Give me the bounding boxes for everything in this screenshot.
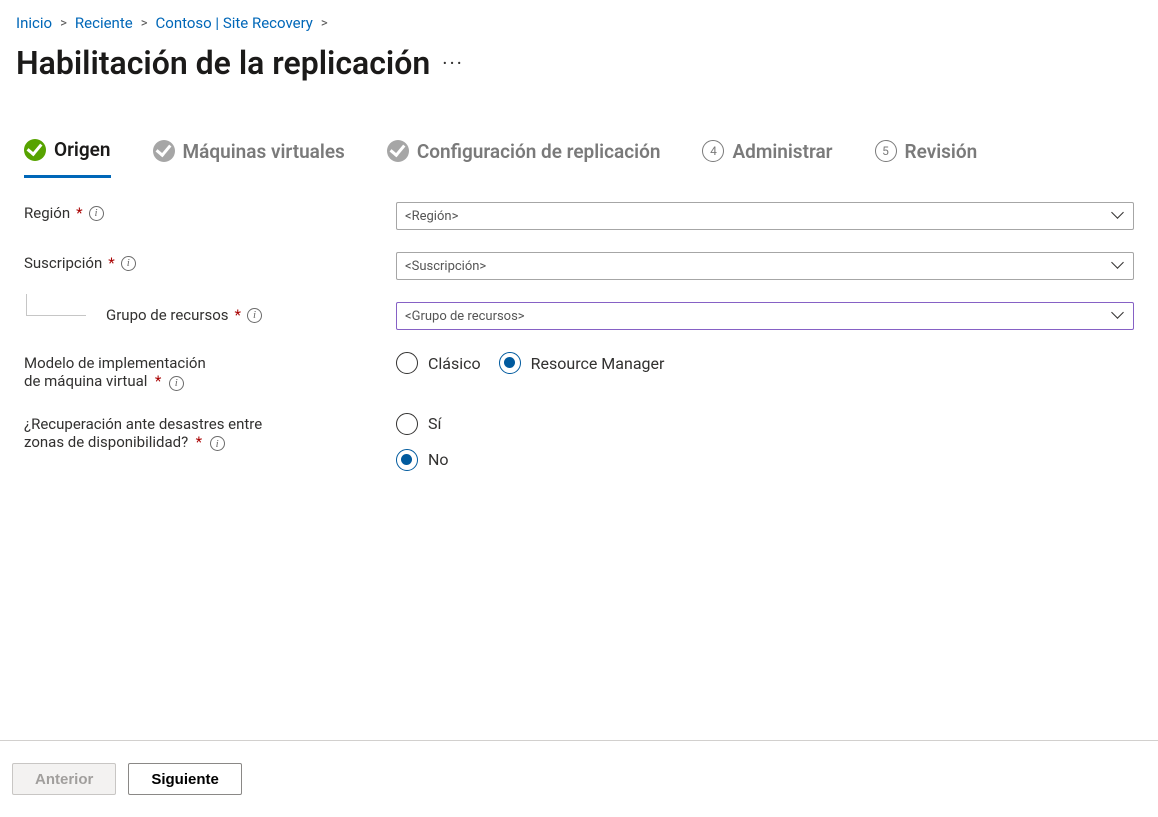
chevron-right-icon: >: [141, 16, 148, 31]
subscription-dropdown[interactable]: <Suscripción>: [396, 252, 1134, 280]
radio-resource-manager[interactable]: Resource Manager: [499, 352, 665, 374]
label-text: Región: [24, 204, 70, 222]
label-suscripcion: Suscripción * i: [24, 252, 396, 272]
anterior-button: Anterior: [12, 763, 116, 795]
label-modelo-implementacion: Modelo de implementación de máquina virt…: [24, 352, 396, 391]
radio-label: No: [428, 450, 449, 469]
breadcrumb: Inicio > Reciente > Contoso | Site Recov…: [0, 0, 1158, 38]
label-line1: ¿Recuperación ante desastres entre: [24, 415, 262, 433]
row-zone-dr: ¿Recuperación ante desastres entre zonas…: [24, 413, 1134, 471]
chevron-down-icon: [1111, 309, 1125, 323]
deploy-model-radio-group: Clásico Resource Manager: [396, 352, 1134, 374]
label-line2: de máquina virtual: [24, 372, 147, 390]
row-grupo-recursos: Grupo de recursos * i <Grupo de recursos…: [24, 302, 1134, 330]
checkmark-circle-icon: [387, 140, 409, 162]
required-icon: *: [235, 306, 241, 324]
info-icon[interactable]: i: [169, 376, 184, 391]
radio-clasico[interactable]: Clásico: [396, 352, 481, 374]
radio-si[interactable]: Sí: [396, 413, 441, 435]
form-area: Región * i <Región> Suscripción * i <Sus…: [0, 178, 1158, 471]
breadcrumb-recent[interactable]: Reciente: [75, 14, 133, 32]
required-icon: *: [76, 204, 82, 222]
step-administrar[interactable]: 4 Administrar: [702, 140, 832, 177]
info-icon[interactable]: i: [210, 436, 225, 451]
dropdown-value: <Región>: [405, 209, 458, 224]
info-icon[interactable]: i: [247, 308, 262, 323]
dropdown-value: <Grupo de recursos>: [405, 309, 525, 324]
row-suscripcion: Suscripción * i <Suscripción>: [24, 252, 1134, 280]
step-configuracion-replicacion[interactable]: Configuración de replicación: [387, 140, 661, 177]
radio-no[interactable]: No: [396, 449, 449, 471]
chevron-down-icon: [1111, 209, 1125, 223]
breadcrumb-vault[interactable]: Contoso | Site Recovery: [156, 14, 313, 32]
page-title-row: Habilitación de la replicación ···: [0, 38, 1158, 106]
breadcrumb-home[interactable]: Inicio: [16, 14, 52, 32]
label-line2: zonas de disponibilidad?: [24, 433, 188, 451]
radio-icon: [396, 449, 418, 471]
radio-label: Resource Manager: [531, 354, 665, 373]
step-label: Configuración de replicación: [417, 140, 661, 163]
label-region: Región * i: [24, 202, 396, 222]
label-line1: Modelo de implementación: [24, 354, 206, 372]
step-revision[interactable]: 5 Revisión: [875, 140, 978, 177]
row-region: Región * i <Región>: [24, 202, 1134, 230]
chevron-right-icon: >: [321, 16, 328, 31]
radio-label: Sí: [428, 414, 441, 433]
label-grupo-recursos: Grupo de recursos * i: [24, 302, 396, 326]
step-label: Origen: [54, 138, 111, 161]
required-icon: *: [108, 254, 114, 272]
step-label: Administrar: [732, 140, 832, 163]
label-text: Suscripción: [24, 254, 102, 272]
siguiente-button[interactable]: Siguiente: [128, 763, 242, 795]
step-origen[interactable]: Origen: [24, 138, 111, 178]
dropdown-value: <Suscripción>: [405, 259, 486, 274]
more-actions-button[interactable]: ···: [430, 51, 464, 75]
region-dropdown[interactable]: <Región>: [396, 202, 1134, 230]
step-number-icon: 5: [875, 140, 897, 162]
label-zone-dr: ¿Recuperación ante desastres entre zonas…: [24, 413, 396, 452]
radio-icon: [499, 352, 521, 374]
page-title: Habilitación de la replicación: [16, 44, 430, 82]
step-label: Revisión: [905, 140, 978, 163]
info-icon[interactable]: i: [89, 206, 104, 221]
row-modelo-implementacion: Modelo de implementación de máquina virt…: [24, 352, 1134, 391]
radio-label: Clásico: [428, 354, 481, 373]
step-label: Máquinas virtuales: [183, 140, 345, 163]
label-text: Grupo de recursos: [106, 306, 229, 324]
radio-icon: [396, 413, 418, 435]
label-text: ¿Recuperación ante desastres entre zonas…: [24, 415, 262, 452]
label-text: Modelo de implementación de máquina virt…: [24, 354, 206, 391]
zone-dr-radio-group: Sí No: [396, 413, 1134, 471]
chevron-down-icon: [1111, 259, 1125, 273]
wizard-steps: Origen Máquinas virtuales Configuración …: [0, 106, 1158, 178]
chevron-right-icon: >: [60, 16, 67, 31]
wizard-footer: Anterior Siguiente: [0, 740, 1158, 817]
tree-connector-icon: [26, 294, 86, 316]
checkmark-circle-icon: [153, 140, 175, 162]
checkmark-circle-icon: [24, 139, 46, 161]
radio-icon: [396, 352, 418, 374]
info-icon[interactable]: i: [121, 256, 136, 271]
step-number-icon: 4: [702, 140, 724, 162]
resource-group-dropdown[interactable]: <Grupo de recursos>: [396, 302, 1134, 330]
required-icon: *: [155, 372, 161, 390]
required-icon: *: [196, 433, 202, 451]
step-maquinas-virtuales[interactable]: Máquinas virtuales: [153, 140, 345, 177]
